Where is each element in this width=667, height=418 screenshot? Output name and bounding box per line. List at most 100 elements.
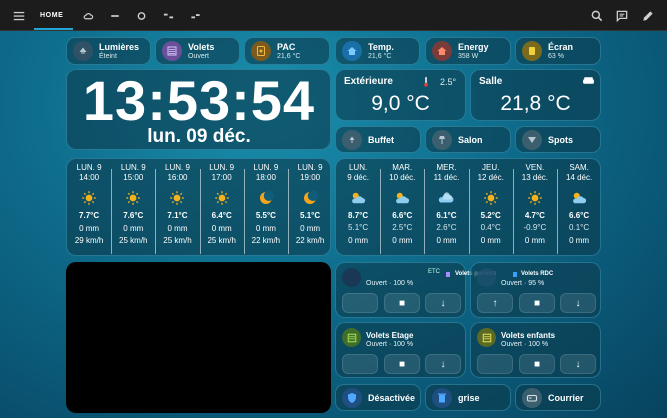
shutter-etage-down-button[interactable]: ↓ xyxy=(425,354,461,374)
hourly-temp: 7.7°C xyxy=(79,211,100,220)
column-divider xyxy=(288,169,289,254)
hourly-time: 18:00 xyxy=(255,173,276,182)
button-buffet[interactable]: Buffet xyxy=(335,126,421,153)
daily-column: MAR. 10 déc. 6.6°C 2.5°C 0 mm xyxy=(380,163,424,246)
tab-camera[interactable] xyxy=(133,0,149,31)
daily-day: LUN. xyxy=(348,163,368,172)
bar-icon xyxy=(111,14,119,17)
daily-day: SAM. xyxy=(569,163,589,172)
shutter-enfants-title: Volets enfants xyxy=(501,331,556,340)
hourly-column: LUN. 9 14:00 7.7°C 0 mm 29 km/h xyxy=(67,163,111,246)
mail-label: Courrier xyxy=(548,392,584,403)
network-icon xyxy=(163,13,173,18)
hourly-time: 19:00 xyxy=(300,173,321,182)
clock-time: 13:53:54 xyxy=(82,69,316,132)
daily-column: JEU. 12 déc. 5.2°C 0.4°C 0 mm xyxy=(469,163,513,246)
hourly-wind: 25 km/h xyxy=(163,236,192,245)
trash-icon xyxy=(432,387,452,408)
pill-pac[interactable]: PAC 21,6 °C xyxy=(244,37,330,65)
shutter-rdc-card[interactable]: Volets RDC Ouvert · 95 % ↑ ■ ↓ xyxy=(470,262,601,318)
shutter-etage-status: Ouvert · 100 % xyxy=(366,341,414,348)
tab-network[interactable] xyxy=(160,0,176,31)
shutter-parents-down-button[interactable]: ↓ xyxy=(425,293,461,313)
shutter-etage-title: Volets Etage xyxy=(366,331,414,340)
hourly-temp: 5.5°C xyxy=(255,211,276,220)
shutter-etage-card[interactable]: Volets Etage Ouvert · 100 % ■ ↓ xyxy=(335,322,466,378)
pill-energy[interactable]: Energy 358 W xyxy=(425,37,511,65)
daily-date: 12 déc. xyxy=(477,173,504,182)
button-salon[interactable]: Salon xyxy=(425,126,511,153)
shutter-enfants-down-button[interactable]: ↓ xyxy=(560,354,596,374)
tab-weather[interactable] xyxy=(80,0,96,31)
shutter-rdc-stop-button[interactable]: ■ xyxy=(519,293,555,313)
daily-low: 5.1°C xyxy=(348,223,369,232)
daily-rain: 0 mm xyxy=(348,236,369,245)
chat-icon xyxy=(616,10,628,22)
pill-title: Energy xyxy=(458,41,489,52)
floor-lamp-icon xyxy=(432,129,452,150)
button-grise[interactable]: grise xyxy=(425,384,511,411)
tools-icon xyxy=(190,13,200,18)
daily-high: 8.7°C xyxy=(348,211,369,220)
shutter-icon xyxy=(162,41,182,61)
button-courrier[interactable]: Courrier xyxy=(515,384,601,411)
hourly-rain: 0 mm xyxy=(123,224,144,233)
pill-volets[interactable]: Volets Ouvert xyxy=(155,37,240,65)
shutter-parents-card[interactable]: ETC Volets parents Ouvert · 100 % ■ ↓ xyxy=(335,262,496,318)
pill-lumieres[interactable]: Lumières Éteint xyxy=(66,37,151,65)
moon-icon xyxy=(304,190,319,204)
daily-low: -0.9°C xyxy=(523,223,547,232)
button-alarm[interactable]: Désactivée xyxy=(335,384,421,411)
hourly-day: LUN. 9 xyxy=(253,163,279,172)
assist-button[interactable] xyxy=(614,0,630,31)
menu-button[interactable] xyxy=(8,0,30,31)
partly-cloudy-icon xyxy=(352,192,366,204)
screen-brightness-icon xyxy=(522,41,542,61)
sun-icon xyxy=(528,191,542,205)
camera-feed[interactable] xyxy=(66,262,331,413)
pill-status: 63 % xyxy=(548,52,564,60)
daily-low: 0.4°C xyxy=(480,223,501,232)
pill-temp[interactable]: Temp. 21,6 °C xyxy=(335,37,420,65)
shutter-parents-up-button[interactable] xyxy=(342,293,378,313)
daily-column: MER. 11 déc. 6.1°C 2.6°C 0 mm xyxy=(424,163,468,246)
shutter-etage-icon xyxy=(342,328,361,347)
shutter-rdc-down-button[interactable]: ↓ xyxy=(560,293,596,313)
column-divider xyxy=(155,169,157,254)
hourly-temp: 6.4°C xyxy=(211,211,232,220)
shutter-enfants-card[interactable]: Volets enfants Ouvert · 100 % ■ ↓ xyxy=(470,322,601,378)
sun-icon xyxy=(170,191,185,205)
daily-high: 6.6°C xyxy=(569,211,590,220)
sun-icon xyxy=(82,191,96,205)
hourly-column: LUN. 9 18:00 5.5°C 0 mm 22 km/h xyxy=(244,163,288,246)
tab-home[interactable]: HOME xyxy=(40,12,63,19)
outdoor-temp-card[interactable]: Extérieure 2.5° 9,0 °C xyxy=(335,69,466,121)
hourly-wind: 22 km/h xyxy=(251,236,281,245)
daily-day: VEN. xyxy=(525,163,545,172)
button-spots[interactable]: Spots xyxy=(515,126,601,153)
room-temp-value: 21,8 °C xyxy=(500,92,571,115)
tab-tools[interactable] xyxy=(187,0,203,31)
cloud-icon xyxy=(83,12,93,19)
shutter-enfants-stop-button[interactable]: ■ xyxy=(519,354,555,374)
edit-button[interactable] xyxy=(640,0,656,31)
shutter-rdc-title: Volets RDC xyxy=(521,271,554,277)
pill-title: Écran xyxy=(548,41,574,52)
shutter-etage-stop-button[interactable]: ■ xyxy=(384,354,420,374)
shutter-enfants-up-button[interactable] xyxy=(477,354,513,374)
room-temp-card[interactable]: Salle 21,8 °C xyxy=(470,69,601,121)
daily-low: 2.6°C xyxy=(436,223,457,232)
daily-low: 0.1°C xyxy=(569,223,590,232)
search-button[interactable] xyxy=(589,0,605,31)
daily-date: 13 déc. xyxy=(521,173,549,182)
shutter-etage-up-button[interactable] xyxy=(342,354,378,374)
hourly-column: LUN. 9 17:00 6.4°C 0 mm 25 km/h xyxy=(200,163,244,246)
shutter-rdc-up-button[interactable]: ↑ xyxy=(477,293,513,313)
tab-lights[interactable] xyxy=(107,0,123,31)
hourly-rain: 0 mm xyxy=(300,224,321,233)
shutter-rdc-icon xyxy=(477,268,496,287)
column-divider xyxy=(111,169,113,254)
pill-ecran[interactable]: Écran 63 % xyxy=(515,37,601,65)
hourly-wind: 22 km/h xyxy=(295,236,325,245)
shutter-parents-stop-button[interactable]: ■ xyxy=(384,293,420,313)
